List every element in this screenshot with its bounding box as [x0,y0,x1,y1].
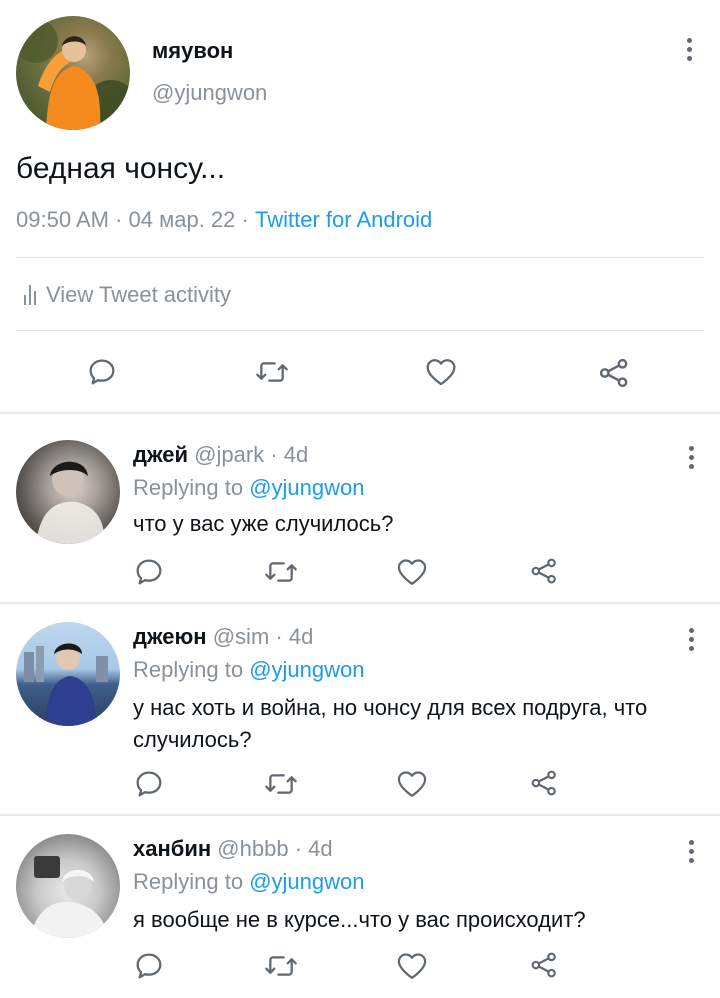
activity-label: View Tweet activity [46,282,232,307]
share-icon[interactable] [597,356,631,390]
reply-actions [0,950,720,986]
reply-text: у нас хоть и война, но чонсу для всех по… [133,695,648,752]
author-handle[interactable]: @yjungwon [152,80,267,106]
retweet-icon[interactable] [254,356,290,388]
more-vertical-icon[interactable] [687,840,695,866]
retweet-icon[interactable] [263,556,299,588]
replying-to-label: Replying to [133,869,244,894]
meta-separator: · [241,207,249,232]
reply-tweet[interactable]: ханбин @hbbb · 4d Replying to @yjungwon … [0,816,720,998]
avatar-photo [24,643,108,726]
heart-icon[interactable] [395,556,429,588]
divider [16,257,704,258]
reply-age: 4d [283,442,309,467]
more-vertical-icon[interactable] [685,38,693,64]
speech-bubble-icon[interactable] [133,768,165,800]
heart-icon[interactable] [423,356,459,388]
share-icon[interactable] [529,950,559,980]
share-icon[interactable] [529,768,559,798]
reply-actions [0,768,720,804]
avatar[interactable] [16,834,120,938]
heart-icon[interactable] [395,950,429,982]
share-icon[interactable] [529,556,559,586]
tweet-actions [0,350,720,396]
reply-header: ханбин @hbbb · 4d [133,836,333,861]
reply-tweet[interactable]: джеюн @sim · 4d Replying to @yjungwon у … [0,604,720,814]
reply-author-handle[interactable]: @jpark [194,442,264,467]
reply-age: 4d [288,624,314,649]
retweet-icon[interactable] [263,950,299,982]
reply-author-name[interactable]: ханбин [133,836,211,861]
reply-header: джеюн @sim · 4d [133,624,314,649]
replying-to-handle[interactable]: @yjungwon [249,869,364,894]
tweet-date: 04 мар. 22 [128,207,236,232]
retweet-icon[interactable] [263,768,299,800]
reply-text: что у вас уже случилось? [133,511,394,536]
reply-author-handle[interactable]: @hbbb [217,836,288,861]
avatar-photo [30,856,108,938]
avatar[interactable] [16,16,130,130]
replying-to: Replying to @yjungwon [133,657,365,683]
avatar[interactable] [16,440,120,544]
divider [16,330,704,331]
reply-author-handle[interactable]: @sim [213,624,270,649]
reply-actions [0,556,720,592]
avatar-photo [16,19,130,130]
meta-separator: · [115,207,123,232]
author-name[interactable]: мяувон [152,38,233,64]
reply-header: джей @jpark · 4d [133,442,309,467]
tweet-time: 09:50 AM [16,207,109,232]
reply-author-name[interactable]: джеюн [133,624,207,649]
replying-to: Replying to @yjungwon [133,475,365,501]
avatar[interactable] [16,622,120,726]
replying-to-label: Replying to [133,475,244,500]
replying-to-handle[interactable]: @yjungwon [249,475,364,500]
speech-bubble-icon[interactable] [86,356,118,388]
main-tweet-header: мяувон @yjungwon [16,16,704,130]
heart-icon[interactable] [395,768,429,800]
reply-age: 4d [308,836,333,861]
bar-chart-icon [24,285,36,305]
speech-bubble-icon[interactable] [133,556,165,588]
more-vertical-icon[interactable] [687,628,695,654]
speech-bubble-icon[interactable] [133,950,165,982]
tweet-meta: 09:50 AM · 04 мар. 22 · Twitter for Andr… [16,207,432,233]
view-tweet-activity[interactable]: View Tweet activity [24,282,231,308]
replying-to-handle[interactable]: @yjungwon [249,657,364,682]
tweet-client-link[interactable]: Twitter for Android [255,207,432,232]
replying-to: Replying to @yjungwon [133,869,365,895]
replying-to-label: Replying to [133,657,244,682]
avatar-photo [36,461,105,544]
reply-tweet[interactable]: джей @jpark · 4d Replying to @yjungwon ч… [0,414,720,602]
tweet-text: бедная чонсу... [16,152,226,185]
reply-author-name[interactable]: джей [133,442,188,467]
more-vertical-icon[interactable] [687,446,695,472]
reply-text: я вообще не в курсе...что у вас происход… [133,907,586,932]
